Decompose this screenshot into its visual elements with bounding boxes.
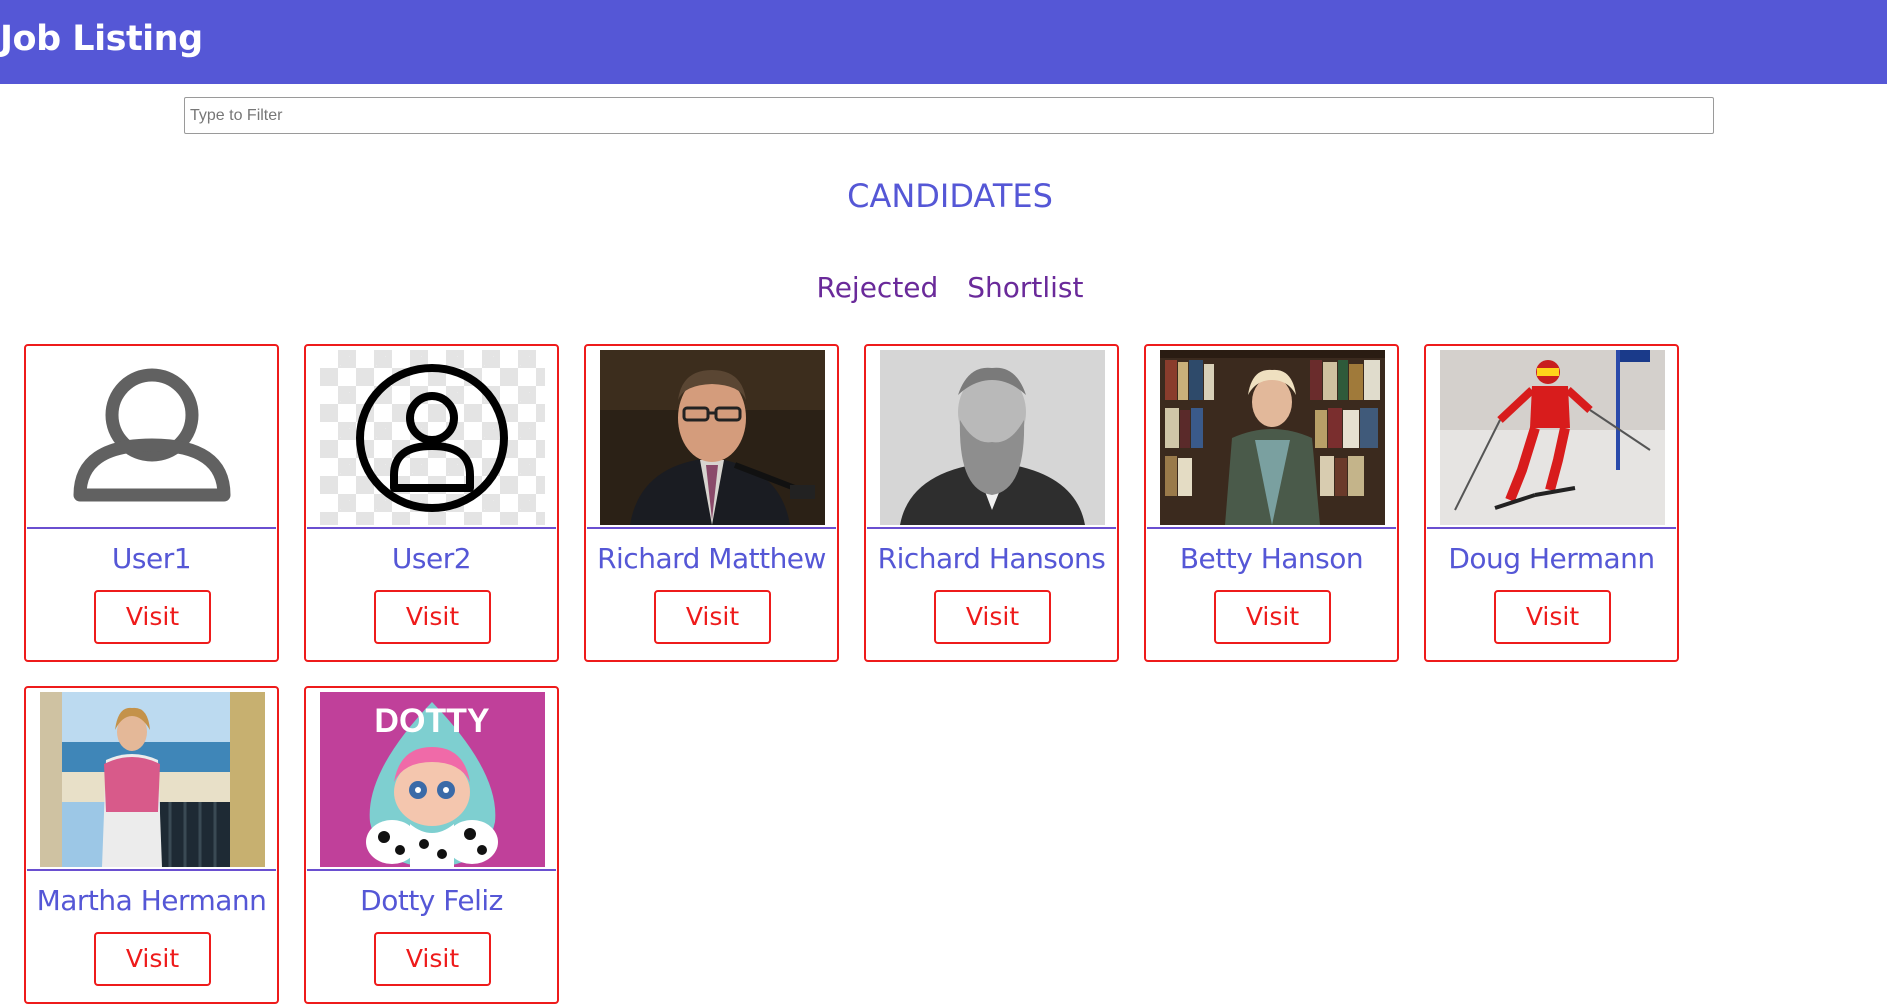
card-divider: [307, 869, 556, 871]
app-header: Job Listing: [0, 0, 1887, 84]
candidate-photo: [320, 350, 545, 525]
candidate-card-betty-hanson: Betty Hanson Visit: [1144, 344, 1399, 662]
skier: [1440, 350, 1665, 525]
visit-button[interactable]: Visit: [374, 590, 491, 644]
section-title: CANDIDATES: [847, 177, 1053, 215]
dotty-cartoon: DOTTY: [320, 692, 545, 867]
candidate-card-user2: User2 Visit: [304, 344, 559, 662]
candidate-name: Richard Hansons: [877, 542, 1106, 575]
card-divider: [1427, 527, 1676, 529]
candidate-name: Richard Matthew: [597, 542, 826, 575]
candidate-name: Dotty Feliz: [360, 884, 503, 917]
generic-user-icon: [40, 350, 265, 525]
card-divider: [867, 527, 1116, 529]
candidate-photo: [40, 350, 265, 525]
tab-rejected[interactable]: Rejected: [817, 271, 939, 304]
visit-button[interactable]: Visit: [1494, 590, 1611, 644]
candidate-photo: [600, 350, 825, 525]
candidate-name: Martha Hermann: [36, 884, 267, 917]
visit-button[interactable]: Visit: [94, 590, 211, 644]
card-divider: [307, 527, 556, 529]
bearded-man-portrait: [880, 350, 1105, 525]
visit-button[interactable]: Visit: [1214, 590, 1331, 644]
candidate-photo: DOTTY: [320, 692, 545, 867]
card-divider: [27, 869, 276, 871]
app-title: Job Listing: [0, 19, 203, 59]
visit-button[interactable]: Visit: [934, 590, 1051, 644]
candidate-card-dotty-feliz: DOTTY Dotty Feliz Visit: [304, 686, 559, 1004]
man-speaking-at-microphone: [600, 350, 825, 525]
card-divider: [1147, 527, 1396, 529]
candidate-photo: [1440, 350, 1665, 525]
candidate-card-doug-hermann: Doug Hermann Visit: [1424, 344, 1679, 662]
candidate-card-user1: User1 Visit: [24, 344, 279, 662]
filter-input[interactable]: [184, 97, 1714, 134]
candidate-photo: [40, 692, 265, 867]
user-circle-icon: [356, 364, 508, 512]
woman-on-balcony: [40, 692, 265, 867]
candidate-name: User1: [111, 542, 192, 575]
card-divider: [587, 527, 836, 529]
dotty-logo-text: DOTTY: [374, 702, 490, 740]
candidate-photo: [880, 350, 1105, 525]
visit-button[interactable]: Visit: [654, 590, 771, 644]
candidate-name: User2: [391, 542, 472, 575]
candidate-name: Betty Hanson: [1179, 542, 1364, 575]
visit-button[interactable]: Visit: [94, 932, 211, 986]
candidate-photo: [1160, 350, 1385, 525]
woman-in-library: [1160, 350, 1385, 525]
candidate-tabs: Rejected Shortlist: [0, 266, 1887, 310]
candidate-card-richard-matthew: Richard Matthew Visit: [584, 344, 839, 662]
card-divider: [27, 527, 276, 529]
tab-shortlist[interactable]: Shortlist: [967, 271, 1083, 304]
visit-button[interactable]: Visit: [374, 932, 491, 986]
candidate-card-richard-hansons: Richard Hansons Visit: [864, 344, 1119, 662]
candidate-name: Doug Hermann: [1448, 542, 1655, 575]
candidate-card-martha-hermann: Martha Hermann Visit: [24, 686, 279, 1004]
